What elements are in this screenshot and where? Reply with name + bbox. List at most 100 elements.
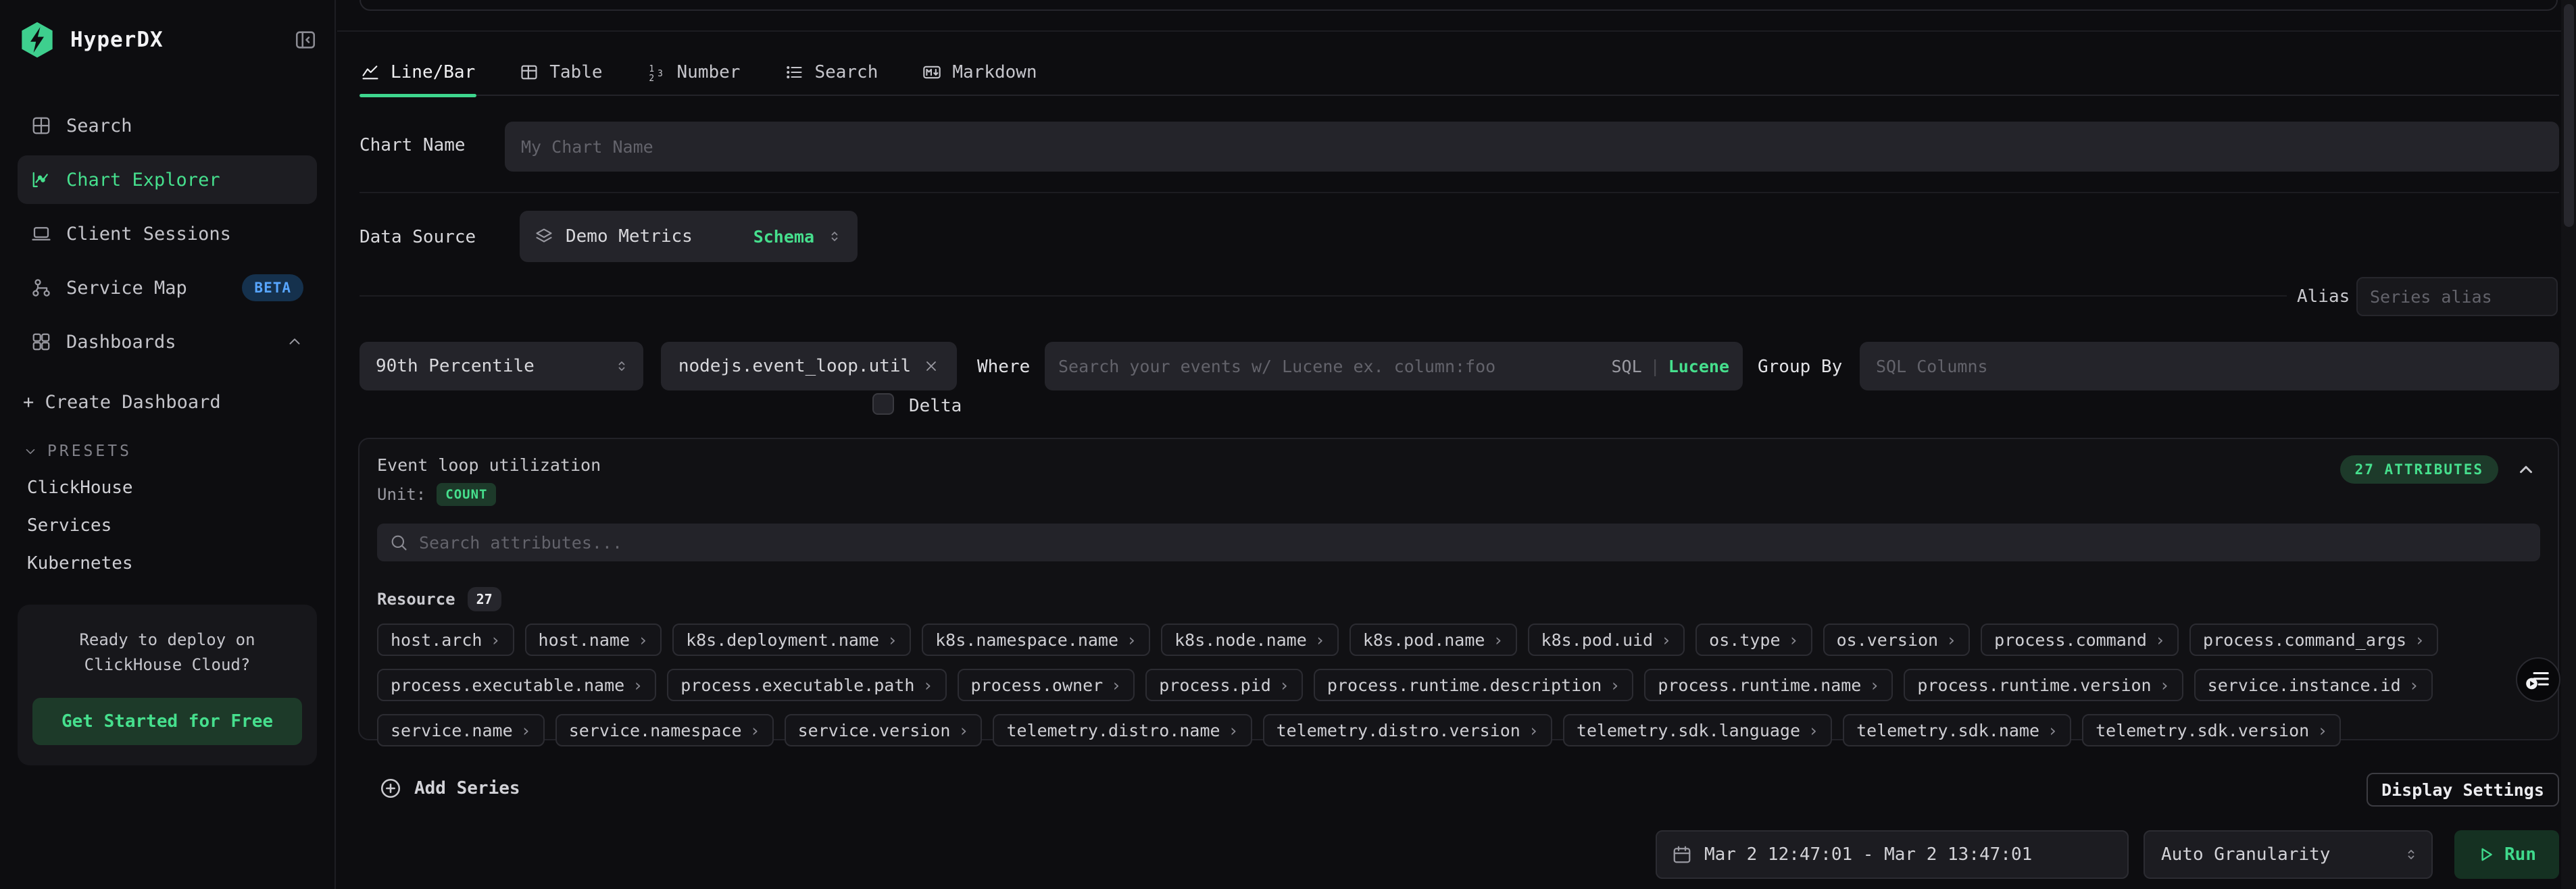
attribute-chip[interactable]: process.executable.path›: [667, 669, 946, 701]
preset-clickhouse[interactable]: ClickHouse: [18, 478, 317, 498]
group-by-label: Group By: [1758, 357, 1842, 377]
chevron-right-icon: ›: [1229, 721, 1239, 740]
attribute-chip[interactable]: process.command_args›: [2189, 624, 2438, 656]
attribute-chip[interactable]: k8s.pod.uid›: [1528, 624, 1685, 656]
aggregation-select[interactable]: 90th Percentile: [360, 342, 643, 390]
where-search-input[interactable]: [1058, 357, 1604, 376]
list-icon: [785, 63, 803, 82]
chevron-right-icon: ›: [2160, 676, 2170, 695]
attribute-chip[interactable]: telemetry.distro.version›: [1263, 714, 1552, 746]
attribute-chip[interactable]: telemetry.sdk.version›: [2082, 714, 2341, 746]
vertical-scrollbar[interactable]: [2561, 0, 2576, 889]
chevron-right-icon: ›: [490, 630, 500, 650]
attribute-chip-label: k8s.pod.uid: [1541, 630, 1654, 650]
attribute-chip[interactable]: process.pid›: [1145, 669, 1303, 701]
sidebar-collapse-icon[interactable]: [294, 28, 317, 51]
sidebar-item-chart-explorer[interactable]: Chart Explorer: [18, 155, 317, 204]
chevron-right-icon: ›: [887, 630, 897, 650]
table-icon: [520, 63, 539, 82]
attribute-chip[interactable]: process.owner›: [958, 669, 1135, 701]
attribute-chip[interactable]: service.namespace›: [555, 714, 774, 746]
attribute-chip[interactable]: process.runtime.description›: [1314, 669, 1633, 701]
attribute-chip-label: process.command_args: [2203, 630, 2406, 650]
get-started-button[interactable]: Get Started for Free: [32, 698, 302, 745]
app-title: HyperDX: [70, 28, 280, 52]
sidebar-item-client-sessions[interactable]: Client Sessions: [18, 209, 317, 258]
numbers-icon: 123: [647, 63, 666, 82]
attribute-chip[interactable]: k8s.namespace.name›: [922, 624, 1150, 656]
sidebar-item-service-map[interactable]: Service Map BETA: [18, 263, 317, 312]
time-range-picker[interactable]: Mar 2 12:47:01 - Mar 2 13:47:01: [1656, 830, 2129, 879]
attribute-chip[interactable]: os.type›: [1695, 624, 1812, 656]
product-tour-fab[interactable]: [2516, 657, 2560, 702]
tab-line-bar[interactable]: Line/Bar: [360, 50, 476, 95]
granularity-select[interactable]: Auto Granularity: [2144, 830, 2433, 879]
attribute-chip[interactable]: process.runtime.name›: [1644, 669, 1893, 701]
line-chart-icon: [361, 63, 380, 82]
group-by-input[interactable]: [1860, 342, 2559, 390]
dashboards-icon: [31, 332, 51, 352]
attribute-chip-label: telemetry.distro.name: [1006, 721, 1220, 740]
chevron-right-icon: ›: [1869, 676, 1879, 695]
presets-header[interactable]: PRESETS: [18, 442, 317, 460]
attribute-chip[interactable]: process.command›: [1981, 624, 2179, 656]
attribute-chip[interactable]: k8s.pod.name›: [1349, 624, 1517, 656]
sidebar-item-label: Client Sessions: [66, 224, 231, 245]
metric-field-chip[interactable]: nodejs.event_loop.util: [661, 342, 957, 390]
tab-table[interactable]: Table: [518, 50, 603, 95]
sidebar-item-label: Dashboards: [66, 332, 176, 353]
chevron-right-icon: ›: [1789, 630, 1799, 650]
delta-checkbox[interactable]: [872, 393, 894, 415]
create-dashboard-button[interactable]: + Create Dashboard: [18, 392, 317, 413]
attribute-chip[interactable]: os.version›: [1823, 624, 1971, 656]
preset-kubernetes[interactable]: Kubernetes: [18, 553, 317, 574]
attribute-chip[interactable]: service.version›: [785, 714, 983, 746]
metric-attributes-panel: Event loop utilization Unit: COUNT 27 AT…: [358, 438, 2559, 740]
service-map-icon: [31, 278, 51, 298]
sidebar: HyperDX Search Chart Explorer Client Ses…: [0, 0, 336, 889]
attribute-chip-label: process.runtime.version: [1917, 676, 2151, 695]
attribute-chip-label: service.version: [798, 721, 951, 740]
sidebar-item-search[interactable]: Search: [18, 101, 317, 150]
attribute-chip[interactable]: process.executable.name›: [377, 669, 656, 701]
tab-search[interactable]: Search: [783, 50, 879, 95]
scrollbar-thumb[interactable]: [2564, 4, 2574, 227]
schema-link[interactable]: Schema: [753, 227, 814, 247]
sql-toggle[interactable]: SQL: [1611, 357, 1641, 376]
run-button[interactable]: Run: [2454, 830, 2559, 879]
display-settings-button[interactable]: Display Settings: [2367, 773, 2559, 807]
resource-group-label: Resource: [377, 590, 455, 609]
chevron-right-icon: ›: [521, 721, 531, 740]
top-divider: [337, 30, 2561, 32]
attribute-chip[interactable]: service.instance.id›: [2194, 669, 2433, 701]
tab-markdown[interactable]: Markdown: [921, 50, 1038, 95]
tab-number[interactable]: 123 Number: [646, 50, 742, 95]
attribute-chip-label: k8s.deployment.name: [686, 630, 879, 650]
chart-name-input[interactable]: [505, 122, 2559, 172]
chevron-right-icon: ›: [1529, 721, 1539, 740]
attribute-chip[interactable]: k8s.node.name›: [1161, 624, 1339, 656]
data-source-select[interactable]: Demo Metrics Schema: [520, 211, 858, 262]
attribute-chip[interactable]: host.name›: [525, 624, 662, 656]
close-icon[interactable]: [923, 358, 939, 374]
attribute-chip-label: process.owner: [971, 676, 1104, 695]
sidebar-item-dashboards[interactable]: Dashboards: [18, 318, 317, 366]
preset-services[interactable]: Services: [18, 515, 317, 536]
metric-title: Event loop utilization: [377, 455, 2540, 475]
resource-count-badge: 27: [468, 587, 501, 611]
clickhouse-cloud-promo: Ready to deploy on ClickHouse Cloud? Get…: [18, 605, 317, 765]
lucene-toggle[interactable]: Lucene: [1668, 357, 1729, 376]
attribute-search-input[interactable]: [419, 533, 2528, 553]
chevron-right-icon: ›: [1126, 630, 1137, 650]
add-series-button[interactable]: Add Series: [379, 777, 520, 800]
attribute-chip[interactable]: telemetry.sdk.name›: [1843, 714, 2071, 746]
series-alias-input[interactable]: [2356, 277, 2558, 316]
attribute-chip[interactable]: service.name›: [377, 714, 545, 746]
panel-collapse-chevron-up-icon[interactable]: [2516, 459, 2536, 480]
attribute-chip[interactable]: telemetry.sdk.language›: [1563, 714, 1832, 746]
logo-row: HyperDX: [18, 20, 317, 59]
attribute-chip[interactable]: telemetry.distro.name ›: [993, 714, 1252, 746]
attribute-chip[interactable]: host.arch›: [377, 624, 514, 656]
attribute-chip[interactable]: process.runtime.version ›: [1904, 669, 2183, 701]
attribute-chip[interactable]: k8s.deployment.name ›: [672, 624, 911, 656]
